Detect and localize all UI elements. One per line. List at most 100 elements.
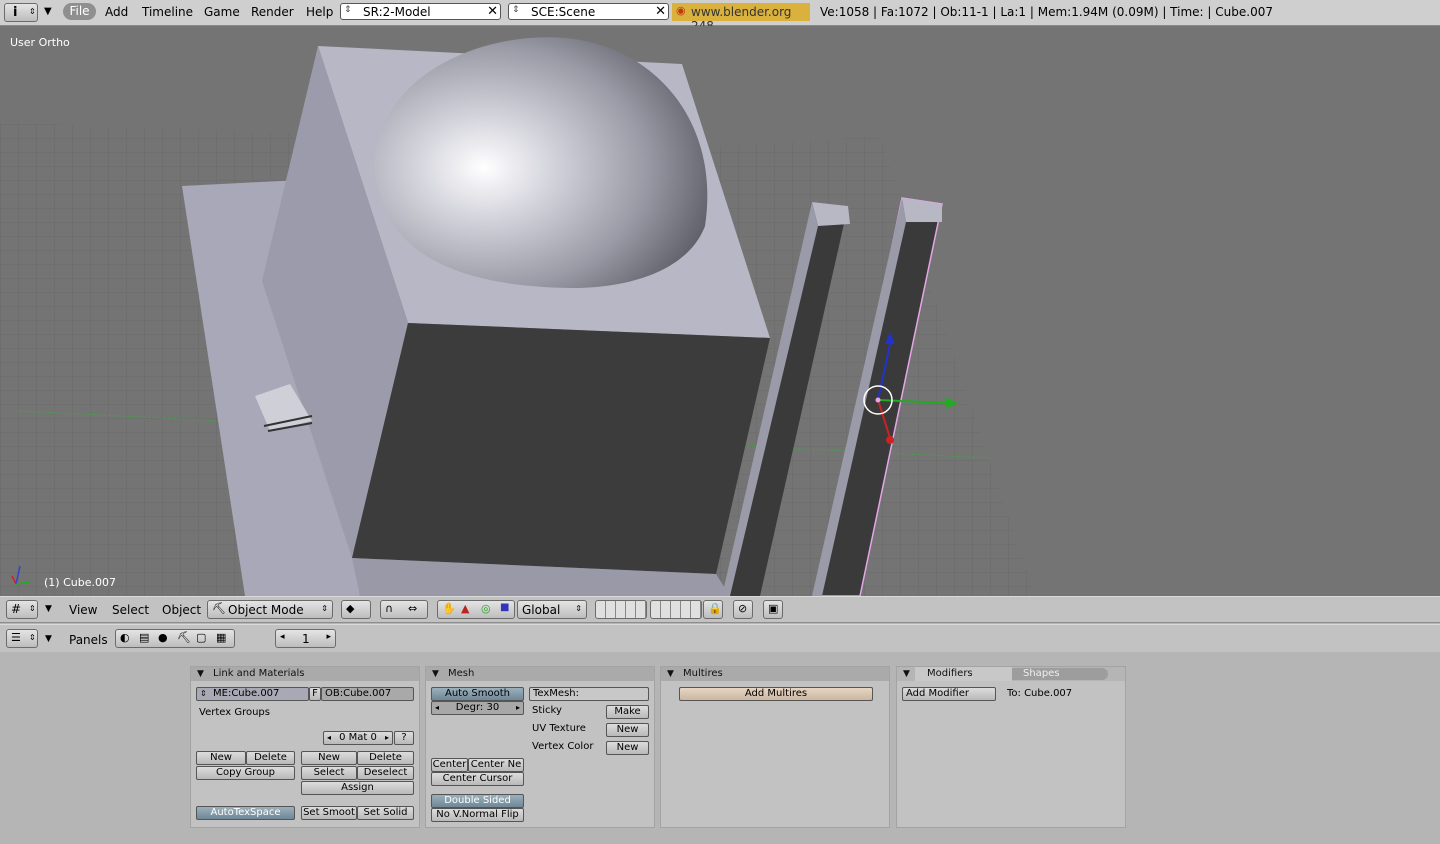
menu-view[interactable]: View <box>69 603 97 617</box>
buttons-window: ▼ Link and Materials ⇕ ME:Cube.007 F OB:… <box>0 652 1440 844</box>
blender-link[interactable]: ◉ www.blender.org 248 <box>672 3 810 33</box>
translate-icon: ▲ <box>461 602 470 615</box>
vgroup-new-button[interactable]: New <box>196 751 246 765</box>
object-icon[interactable]: ⛏ <box>177 631 191 644</box>
3d-viewport[interactable]: User Ortho (1) Cube.007 <box>0 26 1440 596</box>
material-select-button[interactable]: Select <box>301 766 357 780</box>
manipulator-buttons[interactable]: ✋ ▲ ◎ ■ <box>437 600 515 619</box>
center-button[interactable]: Center <box>431 758 468 772</box>
scene-selector[interactable]: ⇕ SCE:Scene ✕ <box>508 3 669 20</box>
material-assign-button[interactable]: Assign <box>301 781 414 795</box>
draw-type-button[interactable]: ◆ <box>341 600 371 619</box>
menu-render[interactable]: Render <box>251 5 294 19</box>
updown-icon: ⇕ <box>200 689 207 698</box>
panel-title: Mesh <box>448 668 475 679</box>
editor-type-button[interactable]: ☰ ⇕ <box>6 629 38 648</box>
add-modifier-button[interactable]: Add Modifier <box>902 687 996 701</box>
mesh-name-field[interactable]: ⇕ ME:Cube.007 <box>196 687 309 701</box>
menu-file[interactable]: File <box>63 3 96 20</box>
panel-modifiers: ▼ Modifiers Shapes Add Modifier To: Cube… <box>896 666 1126 828</box>
material-new-button[interactable]: New <box>301 751 357 765</box>
increment-icon[interactable]: ▸ <box>326 632 331 642</box>
close-icon[interactable]: ✕ <box>655 4 666 19</box>
collapse-menu-icon[interactable]: ▼ <box>45 634 52 644</box>
render-image-button[interactable]: ▣ <box>763 600 783 619</box>
uv-texture-new-button[interactable]: New <box>606 723 649 737</box>
view3d-header: # ⇕ ▼ View Select Object ⛏ Object Mode ⇕… <box>0 596 1440 623</box>
scale-icon: ■ <box>500 602 510 613</box>
shading-icon[interactable]: ● <box>158 631 168 644</box>
close-icon[interactable]: ✕ <box>487 4 498 19</box>
object-name-field[interactable]: OB:Cube.007 <box>321 687 414 701</box>
decrement-icon[interactable]: ◂ <box>280 632 285 642</box>
tab-shapes[interactable]: Shapes <box>1012 668 1108 680</box>
frame-number-field[interactable]: ◂ 1 ▸ <box>275 629 336 648</box>
increment-icon: ▸ <box>515 703 520 712</box>
texmesh-field[interactable]: TexMesh: <box>529 687 649 701</box>
material-delete-button[interactable]: Delete <box>357 751 414 765</box>
editor-type-button[interactable]: i ⇕ <box>4 3 38 22</box>
script-icon[interactable]: ▤ <box>139 631 149 644</box>
collapse-triangle-icon[interactable]: ▼ <box>197 667 204 681</box>
orientation-selector[interactable]: Global ⇕ <box>517 600 587 619</box>
vertex-color-new-button[interactable]: New <box>606 741 649 755</box>
menu-help[interactable]: Help <box>306 5 333 19</box>
panel-title-bar[interactable]: ▼ Multires <box>661 667 889 681</box>
increment-icon: ▸ <box>384 733 389 742</box>
collapse-triangle-icon[interactable]: ▼ <box>432 667 439 681</box>
vgroup-copy-button[interactable]: Copy Group <box>196 766 295 780</box>
vertex-groups-label: Vertex Groups <box>199 707 270 718</box>
layer-buttons-1[interactable] <box>595 600 647 619</box>
pivot-snap-buttons[interactable]: ∩ ⇔ <box>380 600 428 619</box>
editing-icon[interactable]: ▢ <box>196 631 206 644</box>
panel-title-bar[interactable]: ▼ Mesh <box>426 667 654 681</box>
menu-object[interactable]: Object <box>162 603 201 617</box>
autotexspace-toggle[interactable]: AutoTexSpace <box>196 806 295 820</box>
add-multires-button[interactable]: Add Multires <box>679 687 873 701</box>
double-sided-toggle[interactable]: Double Sided <box>431 794 524 808</box>
material-deselect-button[interactable]: Deselect <box>357 766 414 780</box>
set-solid-button[interactable]: Set Solid <box>357 806 414 820</box>
fake-user-button[interactable]: F <box>309 687 321 701</box>
center-cursor-button[interactable]: Center Cursor <box>431 772 524 786</box>
auto-smooth-toggle[interactable]: Auto Smooth <box>431 687 524 701</box>
panel-multires: ▼ Multires Add Multires <box>660 666 890 828</box>
context-buttons[interactable]: ◐ ▤ ● ⛏ ▢ ▦ <box>115 629 235 648</box>
frame-number: 1 <box>302 632 310 646</box>
menu-select[interactable]: Select <box>112 603 149 617</box>
tab-modifiers[interactable]: Modifiers <box>915 667 1012 681</box>
menu-timeline[interactable]: Timeline <box>142 5 193 19</box>
vgroup-delete-button[interactable]: Delete <box>246 751 295 765</box>
layer-buttons-2[interactable] <box>650 600 702 619</box>
buttons-header: ☰ ⇕ ▼ Panels ◐ ▤ ● ⛏ ▢ ▦ ◂ 1 ▸ <box>0 624 1440 653</box>
panel-tab-bar: ▼ Modifiers Shapes <box>897 667 1125 681</box>
menu-game[interactable]: Game <box>204 5 240 19</box>
scene-icon[interactable]: ▦ <box>216 631 226 644</box>
no-vnormal-flip-toggle[interactable]: No V.Normal Flip <box>431 808 524 822</box>
grid-icon: # <box>11 602 22 616</box>
sticky-make-button[interactable]: Make <box>606 705 649 719</box>
mode-selector[interactable]: ⛏ Object Mode ⇕ <box>207 600 333 619</box>
center-new-button[interactable]: Center Ne <box>468 758 524 772</box>
set-smooth-button[interactable]: Set Smoot <box>301 806 357 820</box>
material-slot-field[interactable]: ◂ 0 Mat 0 ▸ <box>323 731 393 745</box>
collapse-triangle-icon[interactable]: ▼ <box>667 667 674 681</box>
opengl-render-button[interactable]: ⊘ <box>733 600 753 619</box>
sticky-label: Sticky <box>532 705 562 716</box>
lock-layers-button[interactable]: 🔒 <box>703 600 723 619</box>
degr-field[interactable]: ◂ Degr: 30 ▸ <box>431 701 524 715</box>
menu-add[interactable]: Add <box>105 5 128 19</box>
screen-selector[interactable]: ⇕ SR:2-Model ✕ <box>340 3 501 20</box>
panel-link-materials: ▼ Link and Materials ⇕ ME:Cube.007 F OB:… <box>190 666 420 828</box>
collapse-triangle-icon[interactable]: ▼ <box>903 667 910 681</box>
pillar-1-top <box>812 202 850 226</box>
pillar-2-top <box>902 198 942 222</box>
decrement-icon: ◂ <box>435 703 440 712</box>
editor-type-button[interactable]: # ⇕ <box>6 600 38 619</box>
vertex-color-label: Vertex Color <box>532 741 594 752</box>
collapse-menu-icon[interactable]: ▼ <box>44 6 52 17</box>
material-help-button[interactable]: ? <box>394 731 414 745</box>
panel-title-bar[interactable]: ▼ Link and Materials <box>191 667 419 681</box>
logic-icon[interactable]: ◐ <box>120 631 130 644</box>
collapse-menu-icon[interactable]: ▼ <box>45 604 52 614</box>
